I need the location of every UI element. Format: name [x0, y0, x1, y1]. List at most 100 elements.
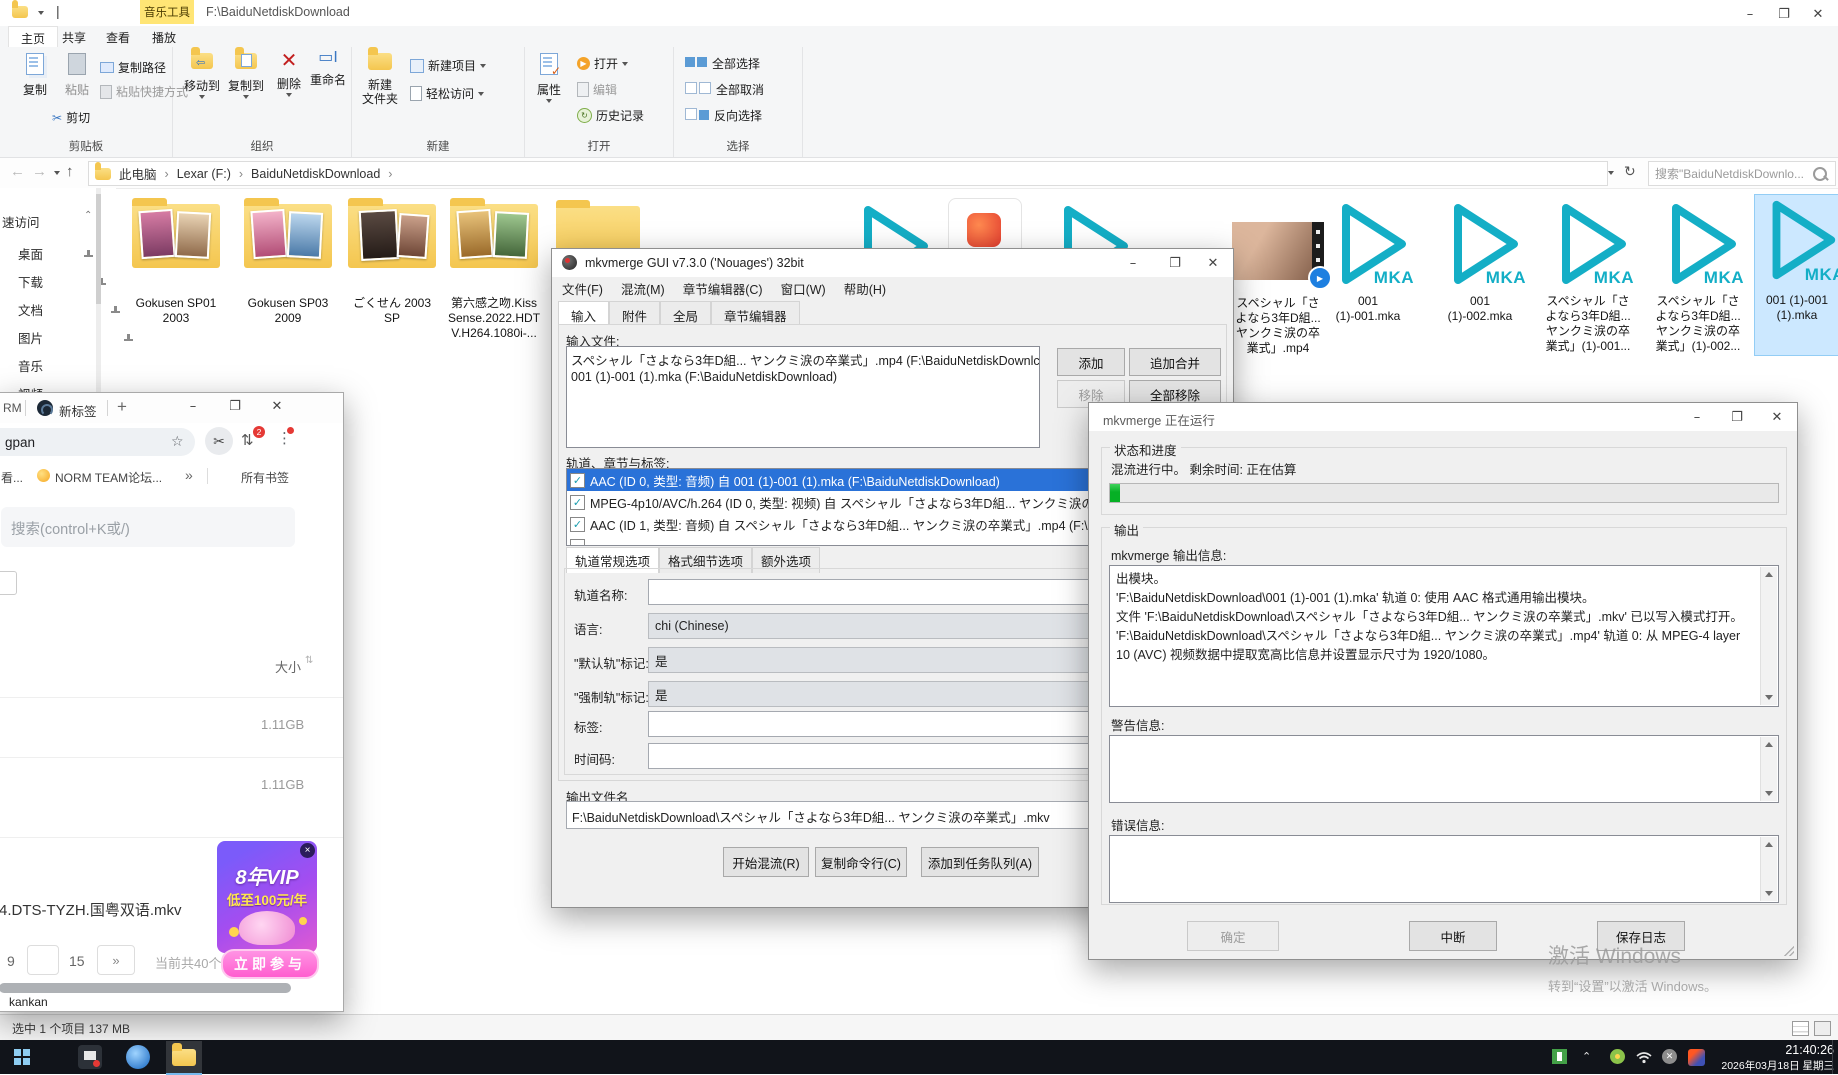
recent-locations-chevron-icon[interactable]	[54, 171, 60, 175]
file-item[interactable]: ▶ スペシャル「さ よなら3年D組... ヤンクミ涙の卒 業式」.mp4	[1232, 222, 1324, 280]
checkbox-icon[interactable]	[570, 539, 585, 547]
new-item-button[interactable]: 新建项目	[410, 57, 486, 74]
checkbox-checked-icon[interactable]: ✓	[570, 473, 585, 488]
breadcrumb-item-this-pc[interactable]: 此电脑	[119, 164, 157, 183]
bookmark-star-icon[interactable]: ☆	[171, 433, 184, 450]
browser-tab-fragment[interactable]: RM	[3, 401, 22, 415]
file-item[interactable]: MKA 001 (1)-001.mka	[1322, 198, 1414, 290]
mute-tray-icon[interactable]: ✕	[1662, 1049, 1677, 1064]
details-view-icon[interactable]	[1792, 1021, 1809, 1036]
checkbox-checked-icon[interactable]: ✓	[570, 517, 585, 532]
mkvmerge-maximize-button[interactable]: ❐	[1159, 252, 1191, 274]
dialog-close-button[interactable]: ✕	[1761, 406, 1793, 428]
select-checkbox[interactable]	[0, 571, 17, 595]
nav-item-downloads[interactable]: 下载	[18, 272, 43, 291]
size-column-header[interactable]: 大小	[275, 657, 301, 676]
move-to-button[interactable]: ⇦ 移动到	[181, 53, 223, 99]
cut-button[interactable]: ✂ 剪切	[52, 109, 90, 126]
tab-view[interactable]: 查看	[106, 29, 130, 46]
file-item[interactable]: 第六感之吻.Kiss Sense.2022.HDT V.H264.1080i-.…	[450, 204, 538, 268]
contextual-tab-group[interactable]: 音乐工具	[140, 0, 194, 24]
warnings-textarea[interactable]	[1109, 735, 1779, 803]
extension-sync-icon[interactable]: ⇅	[241, 431, 254, 449]
page-input[interactable]	[27, 945, 59, 975]
explorer-minimize-button[interactable]: –	[1734, 3, 1766, 25]
file-item[interactable]: ごくせん 2003 SP	[348, 204, 436, 268]
page-search-box[interactable]: 搜索(control+K或/)	[1, 507, 295, 547]
bookmark-item[interactable]: NORM TEAM论坛...	[55, 469, 173, 486]
scroll-up-icon[interactable]	[1765, 572, 1773, 577]
next-page-button[interactable]: »	[97, 945, 135, 975]
copy-to-button[interactable]: 复制到	[225, 53, 267, 99]
menu-window[interactable]: 窗口(W)	[781, 279, 826, 298]
menu-chapter-editor[interactable]: 章节编辑器(C)	[683, 279, 763, 298]
browser-close-button[interactable]: ✕	[261, 393, 293, 419]
breadcrumb-item-folder[interactable]: BaiduNetdiskDownload	[251, 167, 380, 181]
delete-button[interactable]: ✕ 删除	[271, 51, 307, 97]
mkvmerge-minimize-button[interactable]: –	[1117, 252, 1149, 274]
dialog-minimize-button[interactable]: –	[1681, 406, 1713, 428]
back-icon[interactable]: ←	[10, 163, 25, 180]
start-button[interactable]	[14, 1049, 31, 1066]
file-item-selected[interactable]: MKA 001 (1)-001 (1).mka	[1754, 194, 1838, 356]
extension-scissors-icon[interactable]: ✂	[205, 427, 233, 455]
resize-grip-icon[interactable]	[1784, 946, 1794, 956]
rename-button[interactable]: ▭I 重命名	[307, 51, 349, 87]
menu-help[interactable]: 帮助(H)	[844, 279, 886, 298]
nav-item-quick-access[interactable]: 速访问	[2, 212, 40, 231]
edit-button[interactable]: 编辑	[577, 81, 617, 98]
explorer-close-button[interactable]: ✕	[1802, 3, 1834, 25]
forward-icon[interactable]: →	[32, 163, 47, 180]
append-button[interactable]: 追加合并	[1129, 348, 1221, 376]
collapse-chevron-icon[interactable]: ⌃	[84, 210, 92, 221]
file-item[interactable]: MKA スペシャル「さ よなら3年D組... ヤンクミ涙の卒 業式」(1)-00…	[1652, 198, 1744, 290]
taskbar-app-icon[interactable]	[78, 1045, 102, 1069]
copy-button[interactable]: 复制	[16, 53, 54, 97]
properties-button[interactable]: ✓ 属性	[531, 53, 567, 103]
horizontal-scrollbar[interactable]	[0, 983, 291, 993]
wifi-tray-icon[interactable]	[1636, 1051, 1652, 1069]
copy-path-button[interactable]: 复制路径	[100, 59, 166, 76]
taskbar-browser-icon[interactable]	[126, 1045, 150, 1069]
browser-maximize-button[interactable]: ❐	[219, 393, 251, 419]
up-icon[interactable]: ↑	[66, 163, 74, 180]
nav-item-music[interactable]: 音乐	[18, 356, 43, 375]
scroll-up-icon[interactable]	[1765, 742, 1773, 747]
new-tab-plus-icon[interactable]: +	[117, 397, 127, 417]
explorer-search-box[interactable]: 搜索"BaiduNetdiskDownlo...	[1648, 161, 1836, 186]
input-files-listbox[interactable]: スペシャル「さよなら3年D組... ヤンクミ涙の卒業式」.mp4 (F:\Bai…	[566, 346, 1040, 448]
menu-file[interactable]: 文件(F)	[562, 279, 603, 298]
nav-item-desktop[interactable]: 桌面	[18, 244, 43, 263]
antivirus-tray-icon[interactable]	[1610, 1049, 1625, 1064]
dialog-maximize-button[interactable]: ❐	[1721, 406, 1753, 428]
quick-access-toolbar-chevron-icon[interactable]	[38, 11, 44, 15]
show-desktop-button[interactable]	[1832, 1040, 1838, 1074]
input-file-row[interactable]: スペシャル「さよなら3年D組... ヤンクミ涙の卒業式」.mp4 (F:\Bai…	[567, 347, 1039, 369]
usb-tray-icon[interactable]	[1552, 1049, 1567, 1064]
file-item[interactable]: Gokusen SP01 2003	[132, 204, 220, 268]
errors-scrollbar[interactable]	[1760, 837, 1777, 901]
scroll-down-icon[interactable]	[1765, 791, 1773, 796]
errors-textarea[interactable]	[1109, 835, 1779, 903]
scroll-up-icon[interactable]	[1765, 842, 1773, 847]
breadcrumb-item-drive[interactable]: Lexar (F:)	[177, 167, 231, 181]
add-button[interactable]: 添加	[1057, 348, 1125, 376]
ime-tray-icon[interactable]	[1688, 1049, 1705, 1066]
file-item[interactable]: Gokusen SP03 2009	[244, 204, 332, 268]
file-item[interactable]: MKA スペシャル「さ よなら3年D組... ヤンクミ涙の卒 業式」(1)-00…	[1542, 198, 1634, 290]
browser-minimize-button[interactable]: –	[177, 393, 209, 419]
all-bookmarks[interactable]: 所有书签	[241, 469, 289, 486]
list-file-name[interactable]: 4.DTS-TYZH.国粤双语.mkv	[0, 899, 215, 920]
ad-cta-button[interactable]: 立即参与	[221, 949, 319, 979]
vip-ad[interactable]: × 8年VIP 低至100元/年	[217, 841, 317, 953]
log-textarea[interactable]: 出模块。 'F:\BaiduNetdiskDownload\001 (1)-00…	[1109, 565, 1779, 707]
paste-button[interactable]: 粘贴	[58, 53, 96, 97]
file-item[interactable]: MKA 001 (1)-002.mka	[1434, 198, 1526, 290]
checkbox-checked-icon[interactable]: ✓	[570, 495, 585, 510]
ok-button[interactable]: 确定	[1187, 921, 1279, 951]
invert-selection-button[interactable]: 反向选择	[684, 107, 762, 124]
taskbar-clock[interactable]: 21:40:26 2026年03月18日 星期三	[1718, 1043, 1834, 1071]
refresh-icon[interactable]: ↻	[1624, 163, 1636, 180]
input-file-row[interactable]: 001 (1)-001 (1).mka (F:\BaiduNetdiskDown…	[567, 369, 1039, 384]
scroll-down-icon[interactable]	[1765, 891, 1773, 896]
